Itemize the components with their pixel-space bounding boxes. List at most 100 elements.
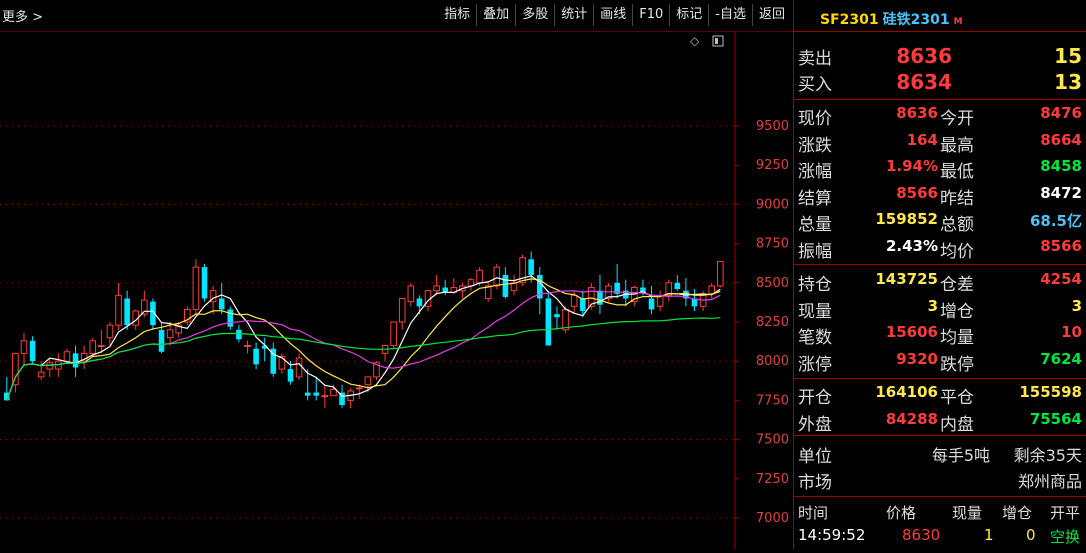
stat-value: 159852 bbox=[875, 210, 938, 228]
y-tick-label: 8000 bbox=[756, 354, 789, 369]
sell-row: 卖出 8636 15 bbox=[794, 44, 1086, 69]
candle-body-up bbox=[89, 340, 97, 354]
divider bbox=[794, 378, 1086, 379]
stat-label: 增仓 bbox=[940, 301, 974, 322]
tick-time: 14:59:52 bbox=[798, 526, 866, 544]
stat-value: 10 bbox=[1061, 323, 1082, 341]
stat-row: 涨幅 1.94% 最低 8458 bbox=[794, 157, 1086, 182]
candle-body-up bbox=[708, 285, 716, 295]
candle-body-down bbox=[648, 298, 655, 310]
stat-value: 8476 bbox=[1040, 104, 1082, 122]
stat-label: 最高 bbox=[940, 135, 974, 156]
days-remaining: 剩余35天 bbox=[1013, 446, 1082, 465]
quote-panel: SF2301 硅铁2301 M 卖出 8636 15 买入 8634 13 现价 86… bbox=[794, 0, 1086, 549]
candle-body-up bbox=[244, 345, 251, 348]
candle-body-down bbox=[416, 298, 423, 307]
stat-label: 总额 bbox=[940, 215, 974, 235]
symbol-code: SF2301 bbox=[820, 12, 879, 28]
toolbar-buttons: 指标 叠加 多股 统计 画线 F10 标记 -自选 返回 bbox=[438, 4, 791, 26]
stat-label: 笔数 bbox=[798, 328, 832, 348]
mark-button[interactable]: 标记 bbox=[669, 4, 708, 26]
stat-label: 昨结 bbox=[940, 188, 974, 209]
stat-label: 仓差 bbox=[940, 275, 974, 295]
tick-type: 空换 bbox=[1050, 528, 1081, 546]
candle-body-up bbox=[390, 321, 397, 347]
stat-row: 振幅 2.43% 均价 8566 bbox=[794, 237, 1086, 262]
market-value: 郑州商品 bbox=[1017, 472, 1082, 491]
buy-price: 8634 bbox=[896, 70, 952, 94]
statistics-button[interactable]: 统计 bbox=[554, 4, 593, 26]
candle-body-up bbox=[192, 266, 200, 310]
kline-chart-area[interactable]: 9500 9250 9000 8750 8500 8250 8000 7750 7500 7250… bbox=[0, 31, 793, 549]
candle-body-down bbox=[442, 287, 449, 293]
stat-row: 开仓 164106 平仓 155598 bbox=[794, 383, 1086, 408]
candle-body-up bbox=[12, 352, 19, 386]
stat-label: 内盘 bbox=[940, 414, 974, 435]
stat-row: 外盘 84288 内盘 75564 bbox=[794, 410, 1086, 435]
candle-body-down bbox=[554, 314, 560, 318]
stat-value: 8566 bbox=[896, 183, 938, 202]
tick-header-time: 时间 bbox=[798, 504, 829, 522]
candle-body-down bbox=[579, 298, 586, 312]
stat-value: 143725 bbox=[875, 270, 938, 288]
stat-label: 涨跌 bbox=[798, 135, 832, 156]
kline-chart[interactable]: 9500 9250 9000 8750 8500 8250 8000 7750 7500 7250… bbox=[0, 31, 793, 549]
candle-body-up bbox=[330, 388, 337, 397]
stat-label: 最低 bbox=[940, 162, 974, 182]
candle-body-up bbox=[570, 294, 578, 307]
overlay-button[interactable]: 叠加 bbox=[476, 4, 515, 26]
candle-body-down bbox=[72, 353, 79, 368]
f10-button[interactable]: F10 bbox=[632, 4, 669, 26]
candle-body-down bbox=[218, 298, 225, 310]
candle-body-up bbox=[321, 395, 329, 398]
stat-value: 155598 bbox=[1019, 383, 1082, 401]
stat-value: 1.94% bbox=[885, 157, 938, 175]
stat-value: 8472 bbox=[1040, 183, 1082, 202]
tick-header-oi: 增仓 bbox=[1002, 504, 1033, 522]
back-button[interactable]: 返回 bbox=[751, 4, 791, 26]
candle-body-up bbox=[476, 269, 483, 284]
y-tick-label: 9500 bbox=[756, 119, 789, 134]
symbol-name: 硅铁2301 bbox=[882, 12, 950, 28]
stat-row: 现量 3 增仓 3 bbox=[794, 297, 1086, 322]
market-label: 市场 bbox=[798, 473, 832, 493]
stat-label: 均量 bbox=[940, 328, 974, 348]
y-tick-label: 7250 bbox=[756, 472, 789, 487]
stat-value: 75564 bbox=[1029, 409, 1082, 428]
unit-label: 单位 bbox=[798, 447, 832, 467]
stat-label: 涨停 bbox=[798, 354, 832, 375]
stat-row: 涨停 9320 跌停 7624 bbox=[794, 350, 1086, 375]
y-tick-label: 8250 bbox=[756, 315, 789, 330]
candle-body-up bbox=[115, 294, 122, 326]
draw-line-button[interactable]: 画线 bbox=[593, 4, 632, 26]
stat-value: 3 bbox=[1071, 296, 1082, 315]
candle-body-down bbox=[253, 348, 259, 365]
divider bbox=[794, 435, 1086, 436]
candle-body-down bbox=[287, 369, 294, 382]
window-icon-bar bbox=[715, 38, 718, 44]
candle-body-up bbox=[166, 329, 174, 339]
stat-value: 15606 bbox=[885, 323, 938, 341]
stat-value: 8566 bbox=[1040, 236, 1082, 255]
candle-body-up bbox=[493, 266, 501, 287]
tick-row: 14:59:52 8630 1 0 空换 bbox=[794, 526, 1086, 551]
stat-value: 7624 bbox=[1040, 349, 1082, 368]
candle-body-up bbox=[398, 297, 406, 323]
more-menu-button[interactable]: 更多 > bbox=[2, 6, 43, 25]
candle-body-up bbox=[63, 351, 71, 362]
candle-body-down bbox=[545, 298, 552, 346]
stat-label: 平仓 bbox=[940, 388, 974, 408]
stat-label: 开仓 bbox=[798, 388, 832, 408]
ma20-line bbox=[6, 290, 721, 401]
candle-body-up bbox=[433, 285, 440, 292]
remove-watchlist-button[interactable]: -自选 bbox=[708, 4, 752, 26]
tick-volume: 1 bbox=[984, 526, 994, 544]
multi-stock-button[interactable]: 多股 bbox=[515, 4, 554, 26]
stat-value: 8458 bbox=[1040, 157, 1082, 175]
candle-body-down bbox=[236, 329, 242, 340]
indicator-button[interactable]: 指标 bbox=[438, 4, 476, 26]
candle-body-up bbox=[20, 340, 28, 354]
stat-value: 9320 bbox=[896, 349, 938, 368]
stat-label: 持仓 bbox=[798, 275, 832, 295]
stat-label: 跌停 bbox=[940, 354, 974, 375]
